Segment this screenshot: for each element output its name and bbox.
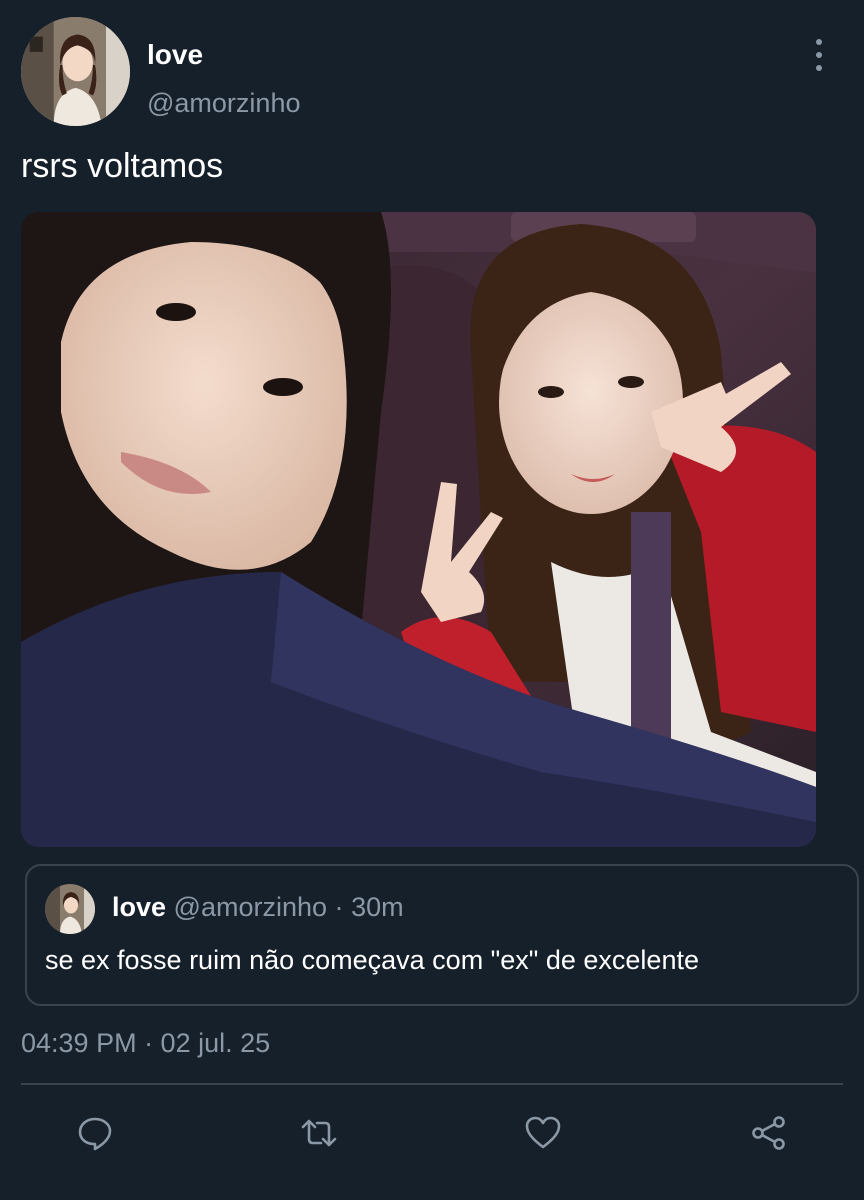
divider	[21, 1083, 843, 1085]
author-handle[interactable]: @amorzinho	[147, 90, 300, 117]
tweet-photo[interactable]	[21, 212, 816, 847]
quoted-time: 30m	[351, 892, 404, 922]
more-options-icon[interactable]	[806, 39, 832, 71]
quoted-author-avatar[interactable]	[45, 884, 95, 934]
quoted-tweet-meta: love @amorzinho · 30m	[112, 894, 404, 921]
tweet-timestamp: 04:39 PM · 02 jul. 25	[21, 1028, 271, 1058]
tweet-header: love @amorzinho	[21, 17, 843, 127]
tweet-text: rsrs voltamos	[21, 147, 224, 185]
retweet-icon	[301, 1119, 337, 1147]
like-button[interactable]	[520, 1110, 566, 1156]
tweet-detail-page: love @amorzinho rsrs voltamos love @amor…	[0, 0, 864, 1200]
reply-button[interactable]	[72, 1110, 118, 1156]
action-bar	[0, 1110, 864, 1160]
quoted-display-name[interactable]: love	[112, 892, 166, 922]
quoted-handle[interactable]: @amorzinho	[174, 892, 327, 922]
retweet-button[interactable]	[296, 1110, 342, 1156]
share-icon	[752, 1116, 785, 1150]
heart-icon	[525, 1116, 561, 1149]
quoted-tweet-text: se ex fosse ruim não começava com "ex" d…	[45, 945, 699, 975]
share-button[interactable]	[746, 1110, 792, 1156]
author-avatar[interactable]	[21, 17, 130, 126]
reply-icon	[78, 1117, 112, 1151]
author-display-name[interactable]: love	[147, 41, 203, 69]
quoted-tweet[interactable]: love @amorzinho · 30m se ex fosse ruim n…	[25, 864, 859, 1006]
quoted-separator: ·	[334, 892, 344, 922]
